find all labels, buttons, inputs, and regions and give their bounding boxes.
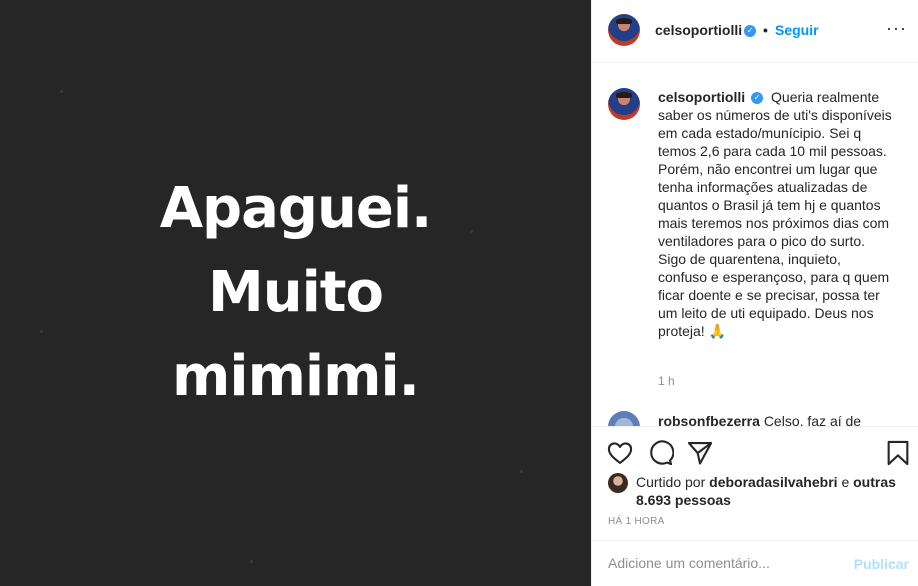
caption-username[interactable]: celsoportiolli (658, 89, 745, 105)
post-image[interactable]: Apaguei. Muito mimimi. (0, 0, 591, 586)
likes-middle: e (841, 474, 850, 490)
background-speck (40, 330, 43, 333)
comment-input[interactable] (608, 555, 838, 571)
commenter-avatar[interactable] (608, 411, 640, 426)
post-sidebar: celsoportiolli ✓ • Seguir ··· celsoportio… (591, 0, 918, 586)
post-image-line: mimimi. (172, 344, 420, 409)
verified-badge-icon: ✓ (744, 24, 757, 37)
caption-time[interactable]: 1 h (658, 374, 675, 388)
header-separator: • (763, 22, 768, 38)
liker-avatar[interactable] (608, 473, 628, 493)
post-actions: Curtido por deboradasilvahebri e outras … (592, 426, 918, 546)
heart-icon[interactable] (606, 439, 634, 467)
background-speck (520, 470, 523, 473)
add-comment-bar: Publicar (592, 540, 918, 586)
paper-plane-icon[interactable] (686, 439, 714, 467)
post-image-line: Muito (207, 260, 384, 325)
avatar[interactable] (608, 14, 640, 46)
header-username[interactable]: celsoportiolli (655, 22, 742, 38)
liker-username[interactable]: deboradasilvahebri (709, 474, 837, 490)
likes-text: Curtido por deboradasilvahebri e outras … (636, 473, 906, 509)
follow-button[interactable]: Seguir (775, 22, 819, 38)
more-options-icon[interactable]: ··· (886, 19, 907, 37)
background-speck (60, 90, 63, 93)
background-speck (250, 560, 253, 563)
post-date[interactable]: HÁ 1 HORA (608, 516, 665, 527)
post-image-text: Apaguei. Muito mimimi. (159, 167, 433, 419)
header-username-wrap: celsoportiolli ✓ (655, 22, 757, 40)
post-caption: celsoportiolli ✓ Queria realmente saber o… (658, 88, 893, 340)
post-header: celsoportiolli ✓ • Seguir ··· (592, 0, 918, 63)
background-speck (470, 230, 473, 233)
avatar[interactable] (608, 88, 640, 120)
comment-bubble-icon[interactable] (646, 439, 675, 467)
post-image-line: Apaguei. (159, 176, 433, 241)
caption-text: Queria realmente saber os números de uti… (658, 89, 892, 339)
verified-badge-icon: ✓ (751, 92, 764, 105)
comment-text: Celso, faz aí de (763, 413, 862, 426)
comment-item: robsonfbezerra Celso, faz aí de (658, 412, 861, 426)
comments-section[interactable]: celsoportiolli ✓ Queria realmente saber o… (592, 64, 918, 426)
instagram-post-view: Apaguei. Muito mimimi. celsoportiolli ✓ •… (0, 0, 918, 586)
bookmark-icon[interactable] (884, 439, 912, 467)
comment-username[interactable]: robsonfbezerra (658, 413, 760, 426)
likes-prefix: Curtido por (636, 474, 706, 490)
publish-button[interactable]: Publicar (854, 556, 909, 572)
